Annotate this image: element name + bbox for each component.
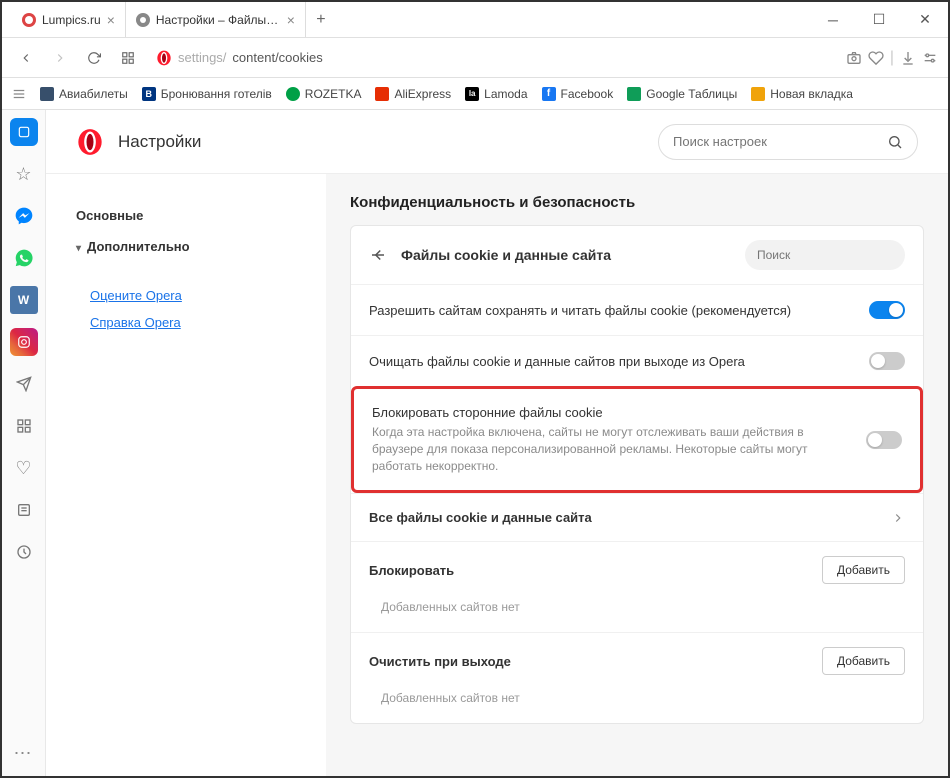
settings-nav: Основные Дополнительно Оцените Opera Спр… [46, 174, 326, 776]
back-button[interactable] [12, 44, 40, 72]
bookmarks-icon[interactable]: ☆ [10, 160, 38, 188]
clear-title: Очистить при выходе [369, 654, 511, 669]
bookmark-label: Facebook [561, 87, 614, 101]
heart-icon[interactable] [868, 50, 884, 66]
bookmark-label: Google Таблицы [646, 87, 737, 101]
bookmarks-folder-icon[interactable] [12, 87, 26, 101]
opera-logo-icon [76, 128, 104, 156]
block-empty-text: Добавленных сайтов нет [369, 584, 905, 618]
add-block-button[interactable]: Добавить [822, 556, 905, 584]
settings-header: Настройки [46, 110, 948, 174]
row-block-third-party[interactable]: Блокировать сторонние файлы cookie Когда… [351, 386, 923, 493]
card-search[interactable] [745, 240, 905, 270]
instagram-icon[interactable] [10, 328, 38, 356]
add-clear-button[interactable]: Добавить [822, 647, 905, 675]
address-prefix: settings/ [178, 50, 226, 65]
easy-setup-icon[interactable] [922, 50, 938, 66]
favicon-gear-icon [136, 13, 150, 27]
speed-dial-button[interactable] [114, 44, 142, 72]
settings-search[interactable] [658, 124, 918, 160]
vk-icon[interactable]: W [10, 286, 38, 314]
bookmark-label: Новая вкладка [770, 87, 853, 101]
row-allow-cookies[interactable]: Разрешить сайтам сохранять и читать файл… [351, 284, 923, 335]
bookmark-label: Бронювання готелів [161, 87, 272, 101]
minimize-button[interactable]: ─ [810, 2, 856, 37]
left-rail: ☆ W ♡ ⋯ [2, 110, 46, 776]
whatsapp-icon[interactable] [10, 244, 38, 272]
nav-basic[interactable]: Основные [76, 200, 296, 231]
bookmark-item[interactable]: Google Таблицы [627, 87, 737, 101]
favicon-opera-icon [22, 13, 36, 27]
close-button[interactable]: ✕ [902, 2, 948, 37]
toggle-allow-cookies[interactable] [869, 301, 905, 319]
bookmark-label: Lamoda [484, 87, 527, 101]
nav-help-opera[interactable]: Справка Opera [76, 309, 296, 336]
panel-section-title: Конфиденциальность и безопасность [350, 194, 924, 211]
nav-advanced[interactable]: Дополнительно [76, 231, 296, 262]
tab-settings[interactable]: Настройки – Файлы cookie × [126, 2, 306, 37]
toggle-block-third-party[interactable] [866, 431, 902, 449]
address-input[interactable]: settings/content/cookies [148, 44, 840, 72]
tab-title: Настройки – Файлы cookie [156, 13, 281, 27]
toggle-clear-on-exit[interactable] [869, 352, 905, 370]
bookmark-label: AliExpress [394, 87, 451, 101]
separator: | [890, 49, 894, 67]
settings-search-input[interactable] [673, 134, 887, 149]
row-label: Разрешить сайтам сохранять и читать файл… [369, 303, 857, 318]
news-icon[interactable] [10, 496, 38, 524]
clear-empty-text: Добавленных сайтов нет [369, 675, 905, 709]
tab-strip: Lumpics.ru × Настройки – Файлы cookie × … [2, 2, 810, 37]
row-all-cookies[interactable]: Все файлы cookie и данные сайта [351, 493, 923, 541]
chevron-right-icon [891, 511, 905, 525]
block-title: Блокировать [369, 563, 454, 578]
row-label: Блокировать сторонние файлы cookie [372, 405, 854, 420]
tab-title: Lumpics.ru [42, 13, 101, 27]
extensions-icon[interactable] [10, 412, 38, 440]
address-bar: settings/content/cookies | [2, 38, 948, 78]
settings-title: Настройки [118, 132, 644, 152]
nav-rate-opera[interactable]: Оцените Opera [76, 282, 296, 309]
row-label: Все файлы cookie и данные сайта [369, 510, 879, 525]
snapshot-icon[interactable] [846, 50, 862, 66]
flow-icon[interactable] [10, 370, 38, 398]
card-header-title: Файлы cookie и данные сайта [401, 247, 731, 263]
history-icon[interactable] [10, 538, 38, 566]
bookmark-item[interactable]: Новая вкладка [751, 87, 853, 101]
speed-dial-icon[interactable] [10, 118, 38, 146]
bookmark-item[interactable]: BБронювання готелів [142, 87, 272, 101]
bookmark-item[interactable]: laLamoda [465, 87, 527, 101]
row-label: Очищать файлы cookie и данные сайтов при… [369, 354, 857, 369]
more-icon[interactable]: ⋯ [14, 743, 34, 764]
messenger-icon[interactable] [10, 202, 38, 230]
reload-button[interactable] [80, 44, 108, 72]
bookmark-label: ROZETKA [305, 87, 362, 101]
row-clear-on-exit[interactable]: Очищать файлы cookie и данные сайтов при… [351, 335, 923, 386]
bookmark-item[interactable]: fFacebook [542, 87, 614, 101]
bookmarks-bar: Авиабилеты BБронювання готелів ROZETKA A… [2, 78, 948, 110]
search-icon [887, 134, 903, 150]
row-description: Когда эта настройка включена, сайты не м… [372, 424, 854, 474]
bookmark-item[interactable]: ROZETKA [286, 87, 362, 101]
bookmark-label: Авиабилеты [59, 87, 128, 101]
tab-lumpics[interactable]: Lumpics.ru × [12, 2, 126, 37]
titlebar: Lumpics.ru × Настройки – Файлы cookie × … [2, 2, 948, 38]
back-arrow-icon[interactable] [369, 246, 387, 264]
download-icon[interactable] [900, 50, 916, 66]
forward-button[interactable] [46, 44, 74, 72]
block-section: Блокировать Добавить Добавленных сайтов … [351, 541, 923, 632]
new-tab-button[interactable]: + [306, 2, 336, 37]
tab-close-icon[interactable]: × [107, 12, 115, 28]
opera-icon [156, 50, 172, 66]
maximize-button[interactable]: ☐ [856, 2, 902, 37]
address-path: content/cookies [232, 50, 322, 65]
personal-news-icon[interactable]: ♡ [10, 454, 38, 482]
cookies-card: Файлы cookie и данные сайта Разрешить са… [350, 225, 924, 724]
tab-close-icon[interactable]: × [287, 12, 295, 28]
window-controls: ─ ☐ ✕ [810, 2, 948, 37]
bookmark-item[interactable]: AliExpress [375, 87, 451, 101]
clear-on-exit-section: Очистить при выходе Добавить Добавленных… [351, 632, 923, 723]
card-search-input[interactable] [757, 248, 912, 262]
bookmark-item[interactable]: Авиабилеты [40, 87, 128, 101]
settings-panel: Конфиденциальность и безопасность Файлы … [326, 174, 948, 776]
